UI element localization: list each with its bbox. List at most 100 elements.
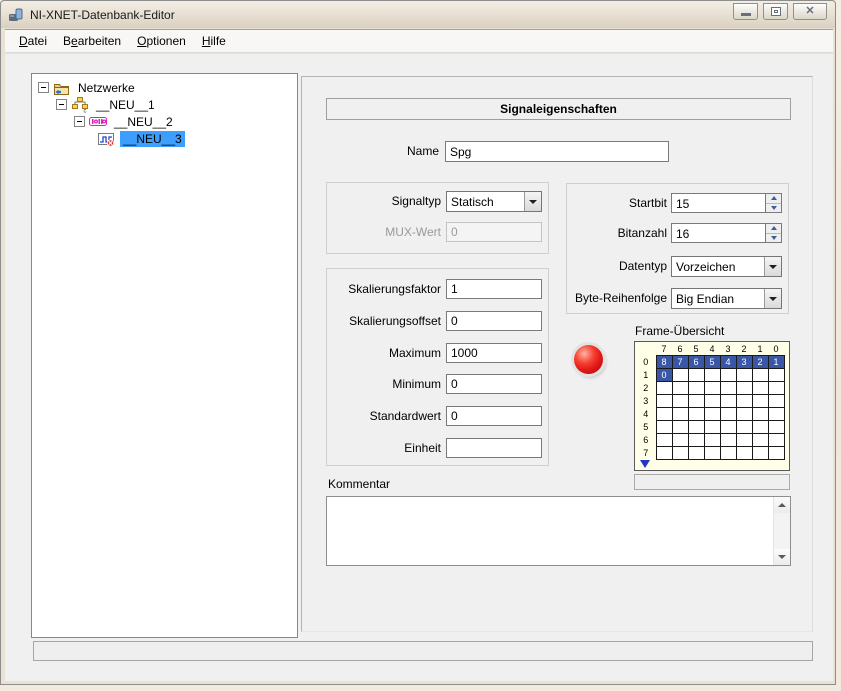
bitanzahl-decrement-button[interactable] [766,233,781,242]
frame-grid-cell[interactable] [735,432,753,447]
frame-grid-cell[interactable] [735,445,753,460]
signaltyp-dropdown-button[interactable] [524,192,541,211]
frame-grid-cell[interactable] [703,406,721,421]
frame-grid-cell[interactable]: 0 [655,367,673,382]
tree-item-netzwerke[interactable]: Netzwerke [75,80,138,96]
frame-grid-cell[interactable] [751,367,769,382]
frame-grid-cell[interactable] [703,380,721,395]
frame-grid-cell[interactable] [767,419,785,434]
frame-grid-cell[interactable] [767,367,785,382]
frame-grid-cell[interactable] [687,432,705,447]
frame-grid-cell[interactable] [751,393,769,408]
frame-grid-cell[interactable] [751,419,769,434]
byteorder-dropdown[interactable]: Big Endian [671,288,782,309]
frame-grid-cell[interactable] [751,445,769,460]
frame-grid-cell[interactable] [687,419,705,434]
frame-grid-cell[interactable] [703,367,721,382]
scroll-down-button[interactable] [774,549,790,565]
frame-grid-cell[interactable] [751,406,769,421]
einheit-input[interactable] [446,438,542,458]
tree-expander-neu2[interactable] [74,116,85,127]
skalierungsfaktor-input[interactable] [446,279,542,299]
frame-grid-cell[interactable] [671,406,689,421]
frame-grid-cell[interactable] [687,367,705,382]
restore-button[interactable] [763,3,788,20]
frame-grid-cell[interactable] [671,367,689,382]
frame-grid-cell[interactable] [719,406,737,421]
scroll-up-button[interactable] [774,497,790,513]
frame-grid-cell[interactable] [767,432,785,447]
frame-grid-cell[interactable] [687,393,705,408]
frame-grid-cell[interactable]: 7 [671,354,689,369]
bitanzahl-increment-button[interactable] [766,224,781,234]
frame-grid-cell[interactable] [655,393,673,408]
frame-grid-cell[interactable] [703,419,721,434]
tree-expander-neu1[interactable] [56,99,67,110]
frame-grid-cell[interactable] [767,445,785,460]
frame-grid-cell[interactable]: 2 [751,354,769,369]
frame-grid-cell[interactable] [735,380,753,395]
tree-item-neu3[interactable]: __NEU__3 [120,130,185,147]
frame-grid-cell[interactable] [719,432,737,447]
tree-item-neu2[interactable]: __NEU__2 [111,114,176,130]
frame-grid-cell[interactable] [703,393,721,408]
frame-grid-cell[interactable] [687,406,705,421]
frame-grid-cell[interactable] [703,432,721,447]
datentyp-dropdown[interactable]: Vorzeichen [671,256,782,277]
frame-grid-cell[interactable] [735,367,753,382]
frame-grid-cell[interactable] [751,432,769,447]
frame-grid-cell[interactable]: 3 [735,354,753,369]
frame-grid-cell[interactable] [719,393,737,408]
frame-grid-cell[interactable]: 4 [719,354,737,369]
bitanzahl-spinner[interactable]: 16 [671,223,782,243]
frame-grid-cell[interactable] [655,432,673,447]
frame-grid-cell[interactable] [671,393,689,408]
frame-grid-cell[interactable] [767,380,785,395]
frame-grid-cell[interactable]: 5 [703,354,721,369]
frame-grid-cell[interactable] [735,393,753,408]
frame-grid-cell[interactable] [735,419,753,434]
frame-grid-cell[interactable] [719,380,737,395]
frame-grid-cell[interactable] [655,380,673,395]
frame-grid-cell[interactable] [719,445,737,460]
startbit-spinner[interactable]: 15 [671,193,782,213]
kommentar-input[interactable] [329,499,771,563]
frame-grid-cell[interactable] [671,432,689,447]
menu-optionen[interactable]: Optionen [129,31,194,51]
frame-grid-cell[interactable]: 8 [655,354,673,369]
tree-item-neu1[interactable]: __NEU__1 [93,97,158,113]
frame-grid-cell[interactable] [671,445,689,460]
frame-grid-cell[interactable] [671,419,689,434]
frame-grid-cell[interactable] [655,445,673,460]
frame-grid-cell[interactable] [719,419,737,434]
kommentar-scrollbar[interactable] [773,497,790,565]
minimize-button[interactable] [733,3,758,20]
menu-hilfe[interactable]: Hilfe [194,31,234,51]
maximum-input[interactable] [446,343,542,363]
signaltyp-dropdown[interactable]: Statisch [446,191,542,212]
startbit-decrement-button[interactable] [766,203,781,212]
frame-grid-cell[interactable] [735,406,753,421]
frame-grid-cell[interactable] [703,445,721,460]
frame-grid-cell[interactable]: 1 [767,354,785,369]
frame-grid-cell[interactable] [719,367,737,382]
byteorder-dropdown-button[interactable] [764,289,781,308]
frame-grid-cell[interactable] [671,380,689,395]
close-button[interactable]: ✕ [793,3,827,20]
name-input[interactable] [445,141,669,162]
frame-grid-cell[interactable] [751,380,769,395]
frame-grid-cell[interactable] [687,380,705,395]
startbit-increment-button[interactable] [766,194,781,204]
tree-expander-netzwerke[interactable] [38,82,49,93]
frame-grid-cell[interactable] [767,406,785,421]
menu-datei[interactable]: Datei [11,31,55,51]
frame-grid-cell[interactable]: 6 [687,354,705,369]
menu-bearbeiten[interactable]: Bearbeiten [55,31,129,51]
frame-grid-cell[interactable] [655,406,673,421]
skalierungsoffset-input[interactable] [446,311,542,331]
frame-grid-cell[interactable] [687,445,705,460]
datentyp-dropdown-button[interactable] [764,257,781,276]
frame-grid-cell[interactable] [767,393,785,408]
minimum-input[interactable] [446,374,542,394]
standardwert-input[interactable] [446,406,542,426]
